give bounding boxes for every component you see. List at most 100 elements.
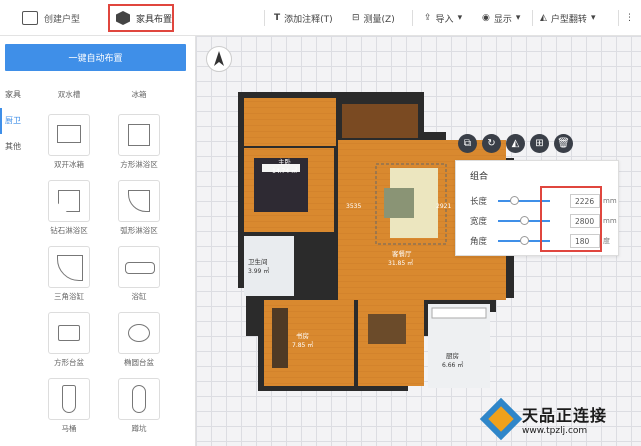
- watermark-logo-icon: [479, 397, 523, 441]
- category-tabs: 家具 厨卫 其他: [0, 82, 28, 160]
- item-label: 双水槽: [57, 90, 81, 99]
- group-icon[interactable]: ⊞: [530, 134, 549, 153]
- item-double-sink[interactable]: 双水槽: [36, 86, 102, 100]
- measure-label: 测量(Z): [363, 14, 395, 25]
- square-shower-icon: [118, 114, 160, 156]
- copy-icon[interactable]: ⧉: [458, 134, 477, 153]
- item-label: 方形台盆: [54, 358, 84, 367]
- item-toilet[interactable]: 马桶: [36, 378, 102, 434]
- tab-create-floorplan[interactable]: 创建户型: [6, 4, 92, 32]
- item-square-shower[interactable]: 方形淋浴区: [106, 114, 172, 170]
- corridor-floor: [244, 98, 336, 146]
- add-annotation-button[interactable]: T 添加注释(T): [274, 9, 333, 27]
- import-button[interactable]: ⇪ 导入 ▾: [424, 9, 462, 27]
- room-name: 厨房: [446, 351, 459, 360]
- flip-floorplan-label: 户型翻转: [550, 14, 587, 25]
- item-fridge[interactable]: 冰箱: [106, 86, 172, 100]
- corner-bathtub-icon: [48, 246, 90, 288]
- tab-furniture-label: 家具布置: [136, 14, 173, 25]
- item-label: 弧形淋浴区: [120, 226, 158, 235]
- flip-floorplan-button[interactable]: ◭ 户型翻转 ▾: [540, 9, 595, 27]
- study-desk[interactable]: [272, 308, 288, 368]
- squat-toilet-icon: [118, 378, 160, 420]
- item-oval-basin[interactable]: 椭圆台盆: [106, 312, 172, 368]
- item-label: 方形淋浴区: [120, 160, 158, 169]
- toolbar-divider: [264, 10, 265, 26]
- toolbar-divider: [412, 10, 413, 26]
- auto-layout-button[interactable]: 一键自动布置: [5, 44, 186, 71]
- values-highlight-box: [540, 186, 602, 252]
- item-label: 马桶: [61, 424, 77, 433]
- item-squat-toilet[interactable]: 蹲坑: [106, 378, 172, 434]
- toolbar-divider: [618, 10, 619, 26]
- room-area: 3.99 ㎡: [248, 267, 269, 275]
- rotate-icon[interactable]: ↻: [482, 134, 501, 153]
- room-area: 6.66 ㎡: [442, 361, 463, 369]
- text-cursor-icon: T: [274, 13, 281, 23]
- balcony-floor: [342, 104, 418, 138]
- item-label: 三角浴缸: [54, 292, 84, 301]
- watermark-url: www.tpzlj.com: [522, 426, 588, 436]
- width-unit: mm: [603, 217, 617, 225]
- chevron-down-icon: ▾: [515, 13, 521, 23]
- mirror-icon[interactable]: ◭: [506, 134, 525, 153]
- item-square-basin[interactable]: 方形台盆: [36, 312, 102, 368]
- bathtub-icon: [118, 246, 160, 288]
- add-annotation-label: 添加注释(T): [284, 14, 333, 25]
- category-furniture[interactable]: 家具: [0, 82, 28, 108]
- toilet-icon: [48, 378, 90, 420]
- room-name: 主卧: [278, 157, 292, 166]
- toolbar-divider: [532, 10, 533, 26]
- ruler-icon: ⊟: [352, 13, 360, 23]
- length-label: 长度: [470, 197, 488, 207]
- category-other[interactable]: 其他: [0, 134, 28, 160]
- import-label: 导入: [435, 14, 454, 25]
- item-label: 钻石淋浴区: [50, 226, 88, 235]
- room-name: 卫生间: [248, 257, 268, 266]
- dining-table[interactable]: [368, 314, 406, 344]
- slider-knob[interactable]: [520, 216, 529, 225]
- double-fridge-icon: [48, 114, 90, 156]
- item-label: 浴缸: [131, 292, 147, 301]
- item-curved-shower[interactable]: 弧形淋浴区: [106, 180, 172, 236]
- coffee-table[interactable]: [384, 188, 414, 218]
- watermark-name: 天品正连接: [522, 406, 608, 425]
- measure-button[interactable]: ⊟ 测量(Z): [352, 9, 395, 27]
- category-kitchen-bath[interactable]: 厨卫: [0, 108, 28, 134]
- curved-shower-icon: [118, 180, 160, 222]
- more-icon: ⋮: [625, 13, 634, 23]
- chevron-down-icon: ▾: [457, 13, 463, 23]
- floorplan-icon: [22, 11, 38, 25]
- square-basin-icon: [48, 312, 90, 354]
- properties-title: 组合: [470, 172, 489, 182]
- dim-label: 2921: [436, 203, 451, 210]
- display-button[interactable]: ◉ 显示 ▾: [482, 9, 520, 27]
- item-label: 蹲坑: [131, 424, 147, 433]
- top-toolbar: 创建户型 家具布置 T 添加注释(T) ⊟ 测量(Z) ⇪ 导入 ▾ ◉ 显示 …: [0, 0, 641, 36]
- bathroom-floor[interactable]: [244, 236, 294, 296]
- cube-icon: [116, 11, 130, 25]
- more-button[interactable]: ⋮: [625, 9, 634, 27]
- item-bathtub[interactable]: 浴缸: [106, 246, 172, 302]
- slider-knob[interactable]: [520, 236, 529, 245]
- room-area: 7.85 ㎡: [292, 341, 313, 349]
- room-name: 客餐厅: [392, 249, 412, 258]
- kitchen-counter[interactable]: [431, 307, 487, 319]
- room-area: 14.74 ㎡: [272, 167, 297, 175]
- tab-furniture-layout[interactable]: 家具布置: [108, 4, 174, 32]
- delete-icon[interactable]: 🗑: [554, 134, 573, 153]
- room-area: 31.85 ㎡: [388, 259, 413, 267]
- furniture-panel: 一键自动布置 家具 厨卫 其他 双水槽 冰箱 双开冰箱 方形淋浴区 钻石淋浴区 …: [0, 36, 196, 446]
- watermark: 天品正连接 www.tpzlj.com: [479, 396, 636, 442]
- slider-knob[interactable]: [510, 196, 519, 205]
- chevron-down-icon: ▾: [590, 13, 596, 23]
- item-corner-bathtub[interactable]: 三角浴缸: [36, 246, 102, 302]
- item-double-fridge[interactable]: 双开冰箱: [36, 114, 102, 170]
- item-label: 椭圆台盆: [124, 358, 154, 367]
- width-label: 宽度: [470, 217, 488, 227]
- diamond-shower-icon: [48, 180, 90, 222]
- angle-label: 角度: [470, 237, 488, 247]
- dim-label: 3535: [346, 203, 361, 210]
- item-diamond-shower[interactable]: 钻石淋浴区: [36, 180, 102, 236]
- oval-basin-icon: [118, 312, 160, 354]
